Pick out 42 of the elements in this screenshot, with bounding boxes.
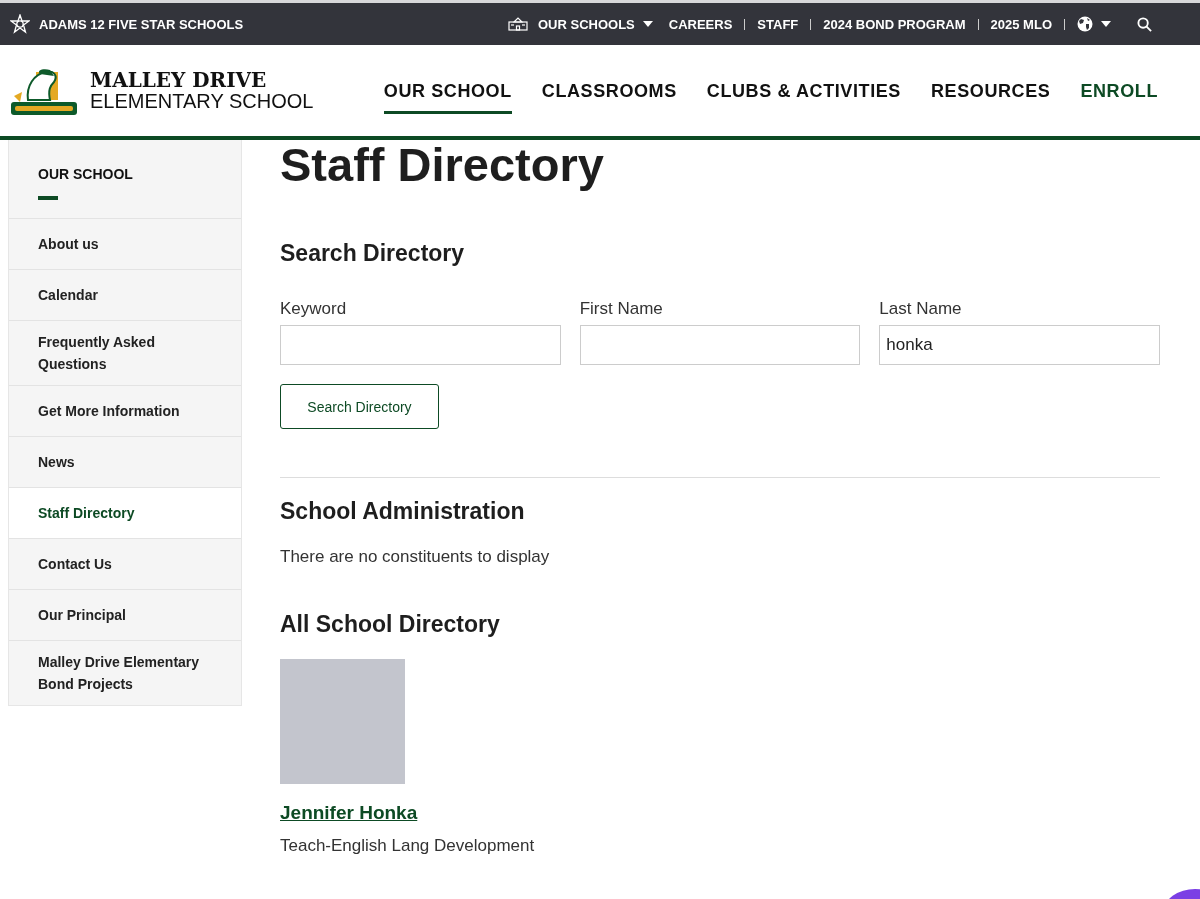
empty-message: There are no constituents to display — [280, 547, 551, 567]
nav-tab[interactable]: CLASSROOMS — [541, 73, 677, 114]
search-button[interactable]: Search Directory — [280, 384, 439, 429]
search-icon[interactable] — [1137, 16, 1152, 32]
nav-tab[interactable]: RESOURCES — [930, 73, 1051, 114]
field-label: First Name — [579, 299, 664, 319]
nav-tab[interactable]: ENROLL — [1080, 73, 1158, 114]
school-name: MALLEY DRIVE — [90, 69, 268, 91]
section-heading: School Administration — [280, 498, 526, 525]
top-link[interactable]: OUR SCHOOLS — [537, 16, 635, 32]
sidebar-item[interactable]: Contact Us — [9, 539, 241, 590]
sidebar-item[interactable]: Frequently Asked Questions — [9, 321, 241, 386]
section-heading: All School Directory — [280, 611, 501, 638]
globe-icon[interactable] — [1077, 16, 1093, 32]
school-building-icon — [507, 17, 528, 31]
top-link[interactable]: 2025 MLO — [990, 16, 1052, 32]
sidebar-title: OUR SCHOOL — [38, 166, 134, 182]
input-field[interactable] — [579, 325, 861, 365]
field-label: Last Name — [879, 299, 963, 319]
top-link[interactable]: 2024 BOND PROGRAM — [823, 16, 966, 32]
top-link[interactable]: CAREERS — [668, 16, 733, 32]
nav-tab[interactable]: OUR SCHOOL — [383, 73, 512, 114]
school-type: ELEMENTARY SCHOOL — [90, 90, 314, 112]
input-field[interactable] — [280, 325, 561, 365]
person-name-link[interactable]: Jennifer Honka — [280, 802, 418, 824]
sidebar-item[interactable]: Get More Information — [9, 386, 241, 437]
caret-icon[interactable] — [642, 21, 653, 27]
section-heading: Search Directory — [280, 240, 466, 267]
person-title: Teach-English Lang Development — [280, 836, 535, 856]
sidebar-item[interactable]: Malley Drive Elementary Bond Projects — [9, 641, 241, 705]
page-title: Staff Directory — [280, 140, 605, 190]
sidebar-item[interactable]: Our Principal — [9, 590, 241, 641]
district-link[interactable]: ADAMS 12 FIVE STAR SCHOOLS — [39, 16, 244, 32]
input-field[interactable]: honka — [879, 325, 1160, 365]
sidebar-item[interactable]: Staff Directory — [9, 488, 241, 539]
caret-icon[interactable] — [1101, 21, 1111, 27]
sidebar-item[interactable]: About us — [9, 219, 241, 270]
field-label: Keyword — [280, 299, 348, 319]
sidebar-item[interactable]: Calendar — [9, 270, 241, 321]
nav-tab[interactable]: CLUBS & ACTIVITIES — [706, 73, 901, 114]
star-logo-icon — [10, 14, 30, 34]
top-link[interactable]: STAFF — [757, 16, 799, 32]
